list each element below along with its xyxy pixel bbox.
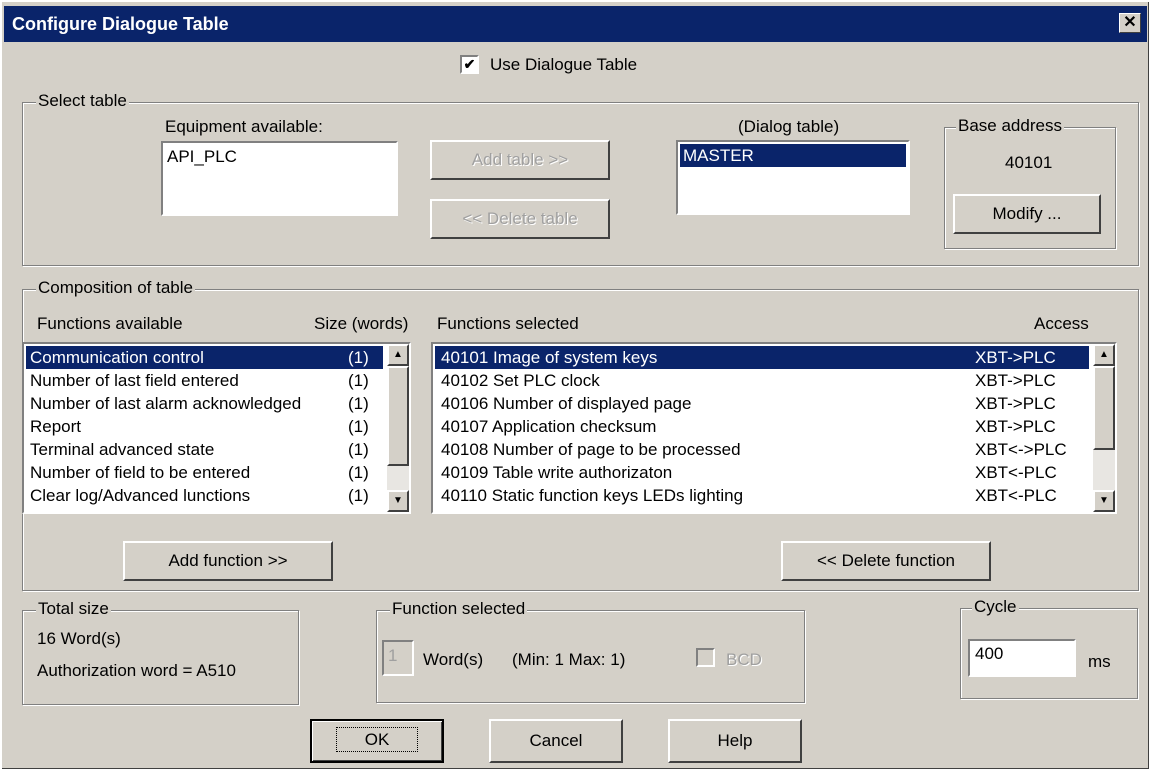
scroll-down-icon[interactable]: ▼ xyxy=(1093,490,1115,512)
help-button[interactable]: Help xyxy=(668,719,802,763)
base-address-legend: Base address xyxy=(956,116,1064,136)
scroll-down-icon[interactable]: ▼ xyxy=(387,490,409,512)
functions-available-header: Functions available xyxy=(37,314,183,333)
ok-button[interactable]: OK xyxy=(310,719,444,763)
list-item[interactable]: 40109 Table write authorizaton XBT<-PLC xyxy=(435,461,1089,484)
function-selected-legend: Function selected xyxy=(390,599,528,619)
function-range: (Min: 1 Max: 1) xyxy=(512,650,626,669)
function-size: (1) xyxy=(348,394,369,413)
function-name: Terminal advanced state xyxy=(30,440,215,459)
function-name: 40106 Number of displayed page xyxy=(441,394,692,413)
configure-dialogue-table-dialog: Configure Dialogue Table ✕ ✔ Use Dialogu… xyxy=(0,0,1151,771)
function-name: 40107 Application checksum xyxy=(441,417,657,436)
composition-legend: Composition of table xyxy=(36,278,195,298)
functions-available-list[interactable]: Communication control (1) Number of last… xyxy=(22,342,411,514)
function-words-field[interactable]: 1 xyxy=(382,640,414,676)
dialog-table-list[interactable]: MASTER xyxy=(676,140,910,215)
equipment-available-label: Equipment available: xyxy=(165,117,323,136)
delete-table-button[interactable]: << Delete table xyxy=(430,199,610,239)
function-size: (1) xyxy=(348,371,369,390)
equipment-available-list[interactable]: API_PLC xyxy=(161,141,398,216)
access-header: Access xyxy=(1034,314,1089,333)
total-size-legend: Total size xyxy=(36,599,111,619)
function-access: XBT->PLC xyxy=(975,394,1056,413)
function-size: (1) xyxy=(348,348,369,367)
use-dialogue-table-label[interactable]: Use Dialogue Table xyxy=(490,55,637,75)
function-name: 40109 Table write authorizaton xyxy=(441,463,673,482)
function-name: Clear log/Advanced lunctions xyxy=(30,486,251,505)
function-name: 40101 Image of system keys xyxy=(441,348,658,367)
scroll-up-icon[interactable]: ▲ xyxy=(387,344,409,366)
total-size-group xyxy=(22,610,299,705)
dialog-table-item[interactable]: MASTER xyxy=(680,144,906,167)
scroll-thumb[interactable] xyxy=(1093,366,1115,450)
scroll-thumb[interactable] xyxy=(387,366,409,466)
list-item[interactable]: 40102 Set PLC clock XBT->PLC xyxy=(435,369,1089,392)
list-item[interactable]: 40106 Number of displayed page XBT->PLC xyxy=(435,392,1089,415)
function-access: XBT<->PLC xyxy=(975,440,1067,459)
function-name: Number of last alarm acknowledged xyxy=(30,394,302,413)
ok-button-label: OK xyxy=(335,727,419,752)
function-name: Communication control xyxy=(30,348,204,367)
list-item[interactable]: Number of field to be entered (1) xyxy=(26,461,383,484)
add-function-button[interactable]: Add function >> xyxy=(123,541,333,581)
list-item[interactable]: 40107 Application checksum XBT->PLC xyxy=(435,415,1089,438)
function-access: XBT->PLC xyxy=(975,417,1056,436)
function-size: (1) xyxy=(348,486,369,505)
function-size: (1) xyxy=(348,463,369,482)
total-size-words: 16 Word(s) xyxy=(37,629,121,648)
list-item[interactable]: Number of last alarm acknowledged (1) xyxy=(26,392,383,415)
window-title: Configure Dialogue Table xyxy=(12,14,229,34)
function-access: XBT<-PLC xyxy=(975,463,1057,482)
list-item[interactable]: Terminal advanced state (1) xyxy=(26,438,383,461)
list-item[interactable]: 40110 Static function keys LEDs lighting… xyxy=(435,484,1089,507)
cycle-legend: Cycle xyxy=(972,597,1019,617)
select-table-legend: Select table xyxy=(36,91,129,111)
available-scrollbar[interactable]: ▲ ▼ xyxy=(387,344,409,512)
list-item[interactable]: Report (1) xyxy=(26,415,383,438)
dialog-table-label: (Dialog table) xyxy=(738,117,840,136)
close-icon[interactable]: ✕ xyxy=(1119,13,1141,33)
function-name: Number of field to be entered xyxy=(30,463,251,482)
cycle-input[interactable]: 400 xyxy=(968,639,1076,677)
delete-function-button[interactable]: << Delete function xyxy=(781,541,991,581)
bcd-label: BCD xyxy=(726,650,762,669)
function-access: XBT->PLC xyxy=(975,371,1056,390)
equipment-item[interactable]: API_PLC xyxy=(167,145,394,168)
add-table-button[interactable]: Add table >> xyxy=(430,140,610,180)
function-name: Report xyxy=(30,417,82,436)
bcd-checkbox[interactable] xyxy=(696,648,715,667)
cycle-unit: ms xyxy=(1088,652,1111,671)
list-item[interactable]: Number of last field entered (1) xyxy=(26,369,383,392)
list-item[interactable]: 40108 Number of page to be processed XBT… xyxy=(435,438,1089,461)
function-size: (1) xyxy=(348,417,369,436)
functions-selected-header: Functions selected xyxy=(437,314,579,333)
modify-button[interactable]: Modify ... xyxy=(953,194,1101,234)
cancel-button[interactable]: Cancel xyxy=(489,719,623,763)
title-bar: Configure Dialogue Table ✕ xyxy=(4,6,1147,42)
function-name: 40110 Static function keys LEDs lighting xyxy=(441,486,744,505)
function-name: 40102 Set PLC clock xyxy=(441,371,600,390)
function-size: (1) xyxy=(348,440,369,459)
authorization-word: Authorization word = A510 xyxy=(37,661,236,680)
list-item[interactable]: 40101 Image of system keys XBT->PLC xyxy=(435,346,1089,369)
scroll-up-icon[interactable]: ▲ xyxy=(1093,344,1115,366)
function-access: XBT<-PLC xyxy=(975,486,1057,505)
list-item[interactable]: Clear log/Advanced lunctions (1) xyxy=(26,484,383,507)
function-name: 40108 Number of page to be processed xyxy=(441,440,741,459)
functions-selected-list[interactable]: 40101 Image of system keys XBT->PLC 4010… xyxy=(431,342,1117,514)
list-item[interactable]: Communication control (1) xyxy=(26,346,383,369)
base-address-value: 40101 xyxy=(1005,153,1053,172)
function-words-label: Word(s) xyxy=(423,650,484,669)
function-access: XBT->PLC xyxy=(975,348,1056,367)
use-dialogue-table-checkbox[interactable]: ✔ xyxy=(460,55,479,74)
size-header: Size (words) xyxy=(314,314,409,333)
selected-scrollbar[interactable]: ▲ ▼ xyxy=(1093,344,1115,512)
function-name: Number of last field entered xyxy=(30,371,239,390)
